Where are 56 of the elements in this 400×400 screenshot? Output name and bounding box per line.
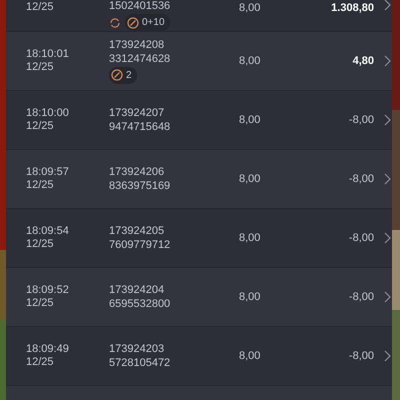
chevron-right-icon[interactable] bbox=[384, 350, 391, 362]
time-text: 18:09:57 bbox=[26, 166, 70, 179]
time-text: 18:10:01 bbox=[26, 48, 70, 61]
bet-amount: 8,00 bbox=[239, 114, 262, 126]
bet-amount: 8,00 bbox=[239, 350, 262, 362]
round-id-text: 173924207 bbox=[109, 106, 166, 120]
round-id-text: 3312474628 bbox=[109, 52, 172, 66]
history-row[interactable]: 18:10:01 12/25 173924208 3312474628 2 8,00 4,80 bbox=[6, 32, 392, 91]
chevron-right-icon[interactable] bbox=[384, 173, 391, 185]
date-text: 12/25 bbox=[26, 1, 55, 14]
date-text: 12/25 bbox=[26, 297, 55, 310]
bonus-badge: 0+10 bbox=[125, 14, 170, 31]
bet-amount: 8,00 bbox=[239, 2, 262, 16]
history-row[interactable]: 18:09:54 12/25 173924205 7609779712 8,00 -8,00 bbox=[6, 209, 392, 268]
round-id-text: 173924204 bbox=[109, 284, 166, 296]
bet-amount: 8,00 bbox=[239, 173, 262, 185]
chevron-right-icon[interactable] bbox=[384, 55, 391, 67]
round-id-text: 8363975169 bbox=[109, 180, 172, 192]
chevron-right-icon[interactable] bbox=[384, 232, 391, 244]
date-text: 12/25 bbox=[26, 61, 55, 74]
history-row[interactable]: 18:09:49 12/25 173924203 5728105472 8,00 -8,00 bbox=[6, 327, 392, 386]
win-amount: -8,00 bbox=[348, 173, 374, 185]
date-text: 12/25 bbox=[26, 238, 55, 251]
round-id-text: 6595532800 bbox=[109, 298, 172, 310]
chevron-right-icon[interactable] bbox=[384, 114, 391, 126]
time-text: 18:09:49 bbox=[26, 343, 70, 356]
win-amount: 1.308,80 bbox=[330, 2, 374, 16]
round-id-text: 173924206 bbox=[109, 166, 166, 178]
bonus-badge: 2 bbox=[109, 66, 137, 84]
time-text: 18:09:54 bbox=[26, 225, 70, 238]
bet-amount: 8,00 bbox=[239, 291, 262, 303]
win-amount: -8,00 bbox=[348, 114, 374, 126]
bet-amount: 8,00 bbox=[239, 232, 262, 244]
refresh-icon bbox=[109, 16, 121, 28]
time-text: 18:10:00 bbox=[26, 107, 70, 120]
history-row[interactable]: 18:09:57 12/25 173924206 8363975169 8,00 -8,00 bbox=[6, 150, 392, 209]
win-amount: -8,00 bbox=[348, 291, 374, 303]
round-id-text: 1502401536 bbox=[109, 0, 172, 13]
win-amount: -8,00 bbox=[348, 350, 374, 362]
date-text: 12/25 bbox=[26, 120, 55, 133]
history-row[interactable]: 18:10:00 12/25 173924207 9474715648 8,00 -8,00 bbox=[6, 91, 392, 150]
chevron-right-icon[interactable] bbox=[384, 0, 391, 11]
round-id-text: 173924208 bbox=[109, 38, 166, 52]
chevron-right-icon[interactable] bbox=[384, 291, 391, 303]
date-text: 12/25 bbox=[26, 356, 55, 369]
time-text: 18:09:52 bbox=[26, 284, 70, 297]
bet-amount: 8,00 bbox=[239, 55, 262, 67]
win-amount: -8,00 bbox=[348, 232, 374, 244]
history-row[interactable]: 18:09:52 12/25 173924204 6595532800 8,00 -8,00 bbox=[6, 268, 392, 327]
round-id-text: 173924205 bbox=[109, 224, 166, 238]
round-id-text: 7609779712 bbox=[109, 238, 172, 252]
round-id-text: 9474715648 bbox=[109, 120, 172, 134]
round-id-text: 5728105472 bbox=[109, 356, 172, 370]
win-amount: 4,80 bbox=[352, 55, 374, 67]
round-id-text: 173924203 bbox=[109, 342, 166, 356]
date-text: 12/25 bbox=[26, 179, 55, 192]
